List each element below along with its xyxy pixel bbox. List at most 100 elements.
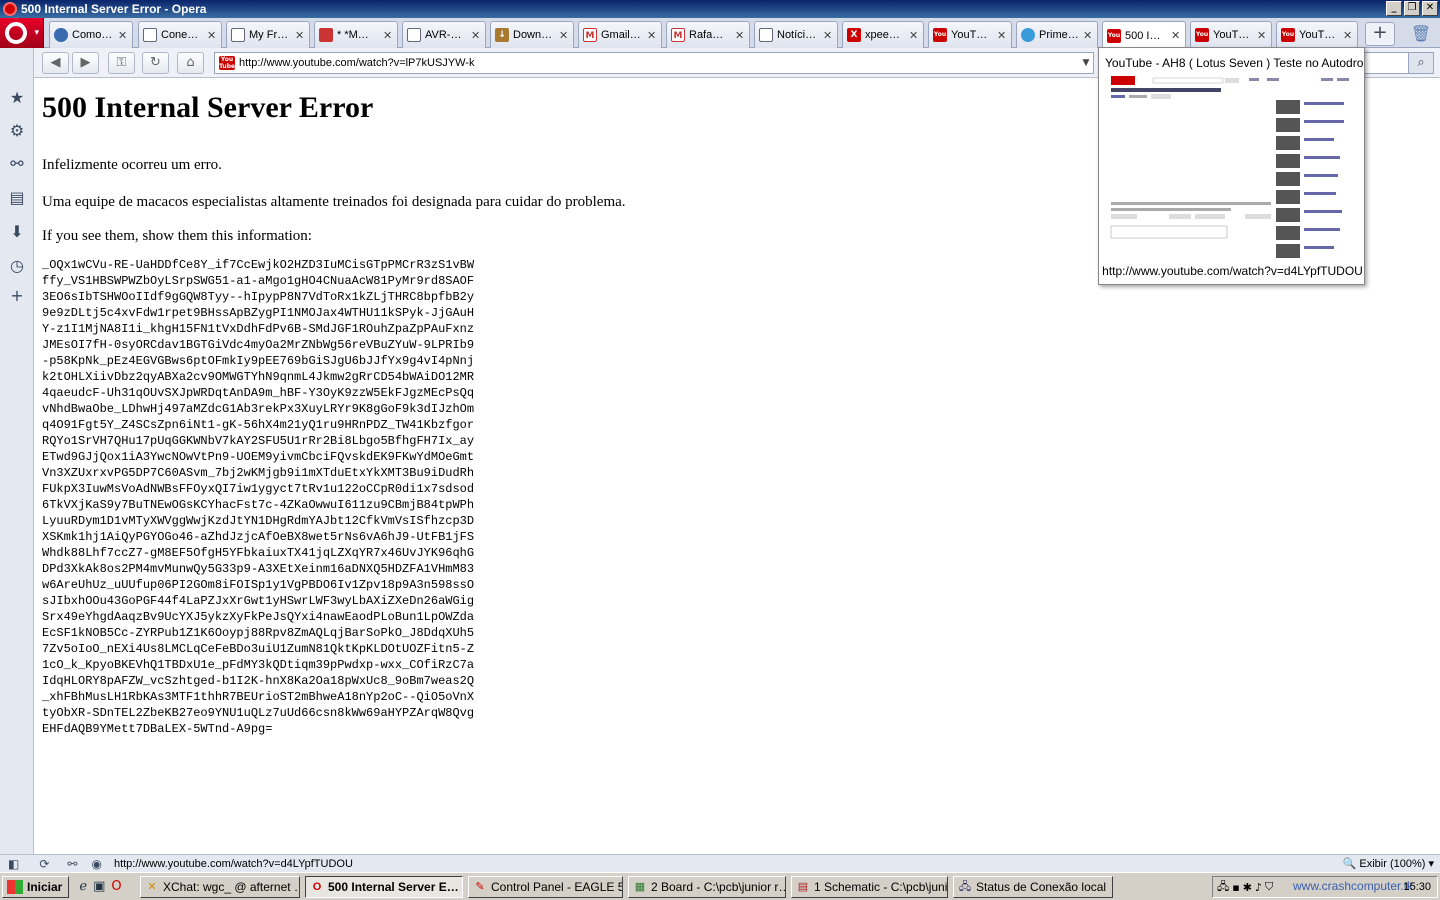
tab-7[interactable]: M Gmail… ✕ bbox=[578, 21, 662, 48]
opera-menu-button[interactable]: ▾ bbox=[0, 18, 44, 48]
tab-label: xpee… bbox=[865, 29, 900, 41]
close-tab-icon[interactable]: ✕ bbox=[1343, 29, 1353, 42]
tab-label: Gmail… bbox=[601, 29, 641, 41]
tab-label: YouT… bbox=[951, 29, 988, 41]
tab-3[interactable]: My Fr… ✕ bbox=[226, 21, 310, 48]
tab-15[interactable]: You YouT… ✕ bbox=[1276, 21, 1358, 48]
taskbar-button-2[interactable]: O 500 Internal Server E… bbox=[305, 876, 463, 898]
start-button[interactable]: Iniciar bbox=[2, 875, 70, 898]
unite-status-icon[interactable]: ⚯ bbox=[67, 857, 77, 871]
tab-label: Down… bbox=[513, 29, 553, 41]
tab-label: 500 I… bbox=[1125, 29, 1161, 42]
address-bar[interactable]: You Tube http://www.youtube.com/watch?v=l… bbox=[214, 52, 1094, 74]
close-window-button[interactable]: ✕ bbox=[1422, 1, 1438, 16]
downloads-icon[interactable]: ⬇ bbox=[7, 222, 27, 242]
mail-icon bbox=[319, 28, 333, 42]
close-tab-icon[interactable]: ✕ bbox=[997, 29, 1007, 42]
eagle-icon: ✎ bbox=[475, 881, 485, 893]
tab-10[interactable]: Xxpee… ✕ bbox=[842, 21, 924, 48]
page-icon bbox=[759, 28, 773, 42]
tab-5[interactable]: AVR-… ✕ bbox=[402, 21, 486, 48]
tab-bar: ▾ Como… ✕ Cone… ✕ My Fr… ✕ * *M… ✕ AVR-… ✕ ↓ Down… ✕… bbox=[0, 18, 1440, 49]
taskbar-button-6[interactable]: 🖧 Status de Conexão local bbox=[953, 876, 1113, 898]
taskbar-button-label: Status de Conexão local bbox=[976, 880, 1107, 894]
minimize-button[interactable]: _ bbox=[1386, 1, 1402, 16]
tab-label: * *M… bbox=[337, 29, 369, 41]
tray-volume-icon[interactable]: ♪ bbox=[1255, 881, 1262, 894]
close-tab-icon[interactable]: ✕ bbox=[118, 29, 128, 42]
widgets-gear-icon[interactable]: ⚙ bbox=[7, 121, 27, 141]
watermark: www.crashcomputer.tk bbox=[1293, 879, 1414, 893]
tray-network-icon[interactable]: 🖧 bbox=[1217, 878, 1229, 897]
menu-arrow-icon: ▾ bbox=[34, 28, 39, 38]
notes-icon[interactable]: ▤ bbox=[7, 188, 27, 208]
close-tab-icon[interactable]: ✕ bbox=[383, 29, 393, 42]
tab-13[interactable]: You 500 I… ✕ bbox=[1102, 21, 1186, 49]
tab-4[interactable]: * *M… ✕ bbox=[314, 21, 398, 48]
taskbar-button-1[interactable]: ✕ XChat: wgc_ @ afternet … bbox=[140, 876, 300, 898]
opera-icon: O bbox=[312, 881, 322, 893]
taskbar-button-3[interactable]: ✎ Control Panel - EAGLE 5.… bbox=[468, 876, 623, 898]
ie-quicklaunch-icon[interactable]: ℯ bbox=[79, 879, 87, 894]
close-tab-icon[interactable]: ✕ bbox=[823, 29, 833, 42]
close-tab-icon[interactable]: ✕ bbox=[1171, 29, 1181, 42]
opera-quicklaunch-icon[interactable]: O bbox=[111, 879, 121, 894]
desktop-quicklaunch-icon[interactable]: ▣ bbox=[93, 879, 105, 894]
tab-9[interactable]: Notíci… ✕ bbox=[754, 21, 838, 48]
tab-label: YouT… bbox=[1299, 29, 1336, 41]
close-tab-icon[interactable]: ✕ bbox=[735, 29, 745, 42]
key-wand-button[interactable]: ⚿ bbox=[108, 52, 135, 74]
turbo-icon[interactable]: ◉ bbox=[91, 857, 101, 871]
tab-2[interactable]: Cone… ✕ bbox=[138, 21, 222, 48]
window-title: 500 Internal Server Error - Opera bbox=[21, 2, 207, 16]
close-tab-icon[interactable]: ✕ bbox=[1257, 29, 1267, 42]
zoom-level: Exibir (100%) bbox=[1359, 858, 1426, 870]
history-clock-icon[interactable]: ◷ bbox=[7, 256, 27, 276]
close-tab-icon[interactable]: ✕ bbox=[207, 29, 217, 42]
close-tab-icon[interactable]: ✕ bbox=[647, 29, 657, 42]
tab-label: Prime… bbox=[1039, 29, 1079, 41]
reload-button[interactable]: ↻ bbox=[142, 52, 169, 74]
chevron-down-icon[interactable]: ▼ bbox=[1079, 58, 1093, 68]
unite-icon[interactable]: ⚯ bbox=[7, 154, 27, 174]
side-panel: ★ ⚙ ⚯ ▤ ⬇ ◷ + bbox=[0, 48, 34, 854]
close-tab-icon[interactable]: ✕ bbox=[471, 29, 481, 42]
zoom-control[interactable]: 🔍 Exibir (100%) ▾ bbox=[1343, 857, 1434, 870]
tab-14[interactable]: You YouT… ✕ bbox=[1190, 21, 1272, 48]
panel-toggle-icon[interactable]: ◧ bbox=[8, 857, 19, 871]
trash-can-icon[interactable]: 🗑 bbox=[1410, 22, 1432, 46]
tab-label: My Fr… bbox=[249, 29, 289, 41]
forward-button[interactable]: ▶ bbox=[72, 52, 99, 74]
page-icon bbox=[143, 28, 157, 42]
maximize-button[interactable]: ❐ bbox=[1404, 1, 1420, 16]
sync-icon[interactable]: ⟳ bbox=[39, 857, 49, 871]
tray-shield-icon[interactable]: ⛉ bbox=[1265, 880, 1273, 894]
add-panel-icon[interactable]: + bbox=[7, 286, 27, 306]
youtube-icon: You bbox=[1195, 28, 1209, 42]
taskbar-button-label: XChat: wgc_ @ afternet … bbox=[163, 880, 300, 894]
taskbar-button-5[interactable]: ▤ 1 Schematic - C:\pcb\juni… bbox=[791, 876, 948, 898]
close-tab-icon[interactable]: ✕ bbox=[1083, 29, 1093, 42]
globe-icon bbox=[54, 28, 68, 42]
start-label: Iniciar bbox=[27, 879, 63, 894]
tray-tool-icon[interactable]: ✱ bbox=[1243, 881, 1252, 894]
schematic-icon: ▤ bbox=[797, 881, 809, 893]
back-button[interactable]: ◀ bbox=[42, 52, 69, 74]
tab-1[interactable]: Como… ✕ bbox=[49, 21, 133, 48]
tab-12[interactable]: Prime… ✕ bbox=[1016, 21, 1098, 48]
home-button[interactable]: ⌂ bbox=[177, 52, 204, 74]
network-icon: 🖧 bbox=[958, 881, 972, 893]
close-tab-icon[interactable]: ✕ bbox=[295, 29, 305, 42]
search-icon[interactable]: ⌕ bbox=[1408, 52, 1434, 74]
address-url[interactable]: http://www.youtube.com/watch?v=lP7kUSJYW… bbox=[239, 57, 1079, 69]
tab-6[interactable]: ↓ Down… ✕ bbox=[490, 21, 574, 48]
new-tab-button[interactable]: + bbox=[1365, 22, 1395, 46]
bookmarks-icon[interactable]: ★ bbox=[7, 88, 27, 108]
close-tab-icon[interactable]: ✕ bbox=[559, 29, 569, 42]
youtube-icon: You bbox=[933, 28, 947, 42]
tab-8[interactable]: M Rafa… ✕ bbox=[666, 21, 750, 48]
taskbar-button-4[interactable]: ▦ 2 Board - C:\pcb\junior r… bbox=[628, 876, 786, 898]
close-tab-icon[interactable]: ✕ bbox=[909, 29, 919, 42]
tab-11[interactable]: You YouT… ✕ bbox=[928, 21, 1012, 48]
tray-pdf-icon[interactable]: ▪ bbox=[1232, 881, 1239, 894]
